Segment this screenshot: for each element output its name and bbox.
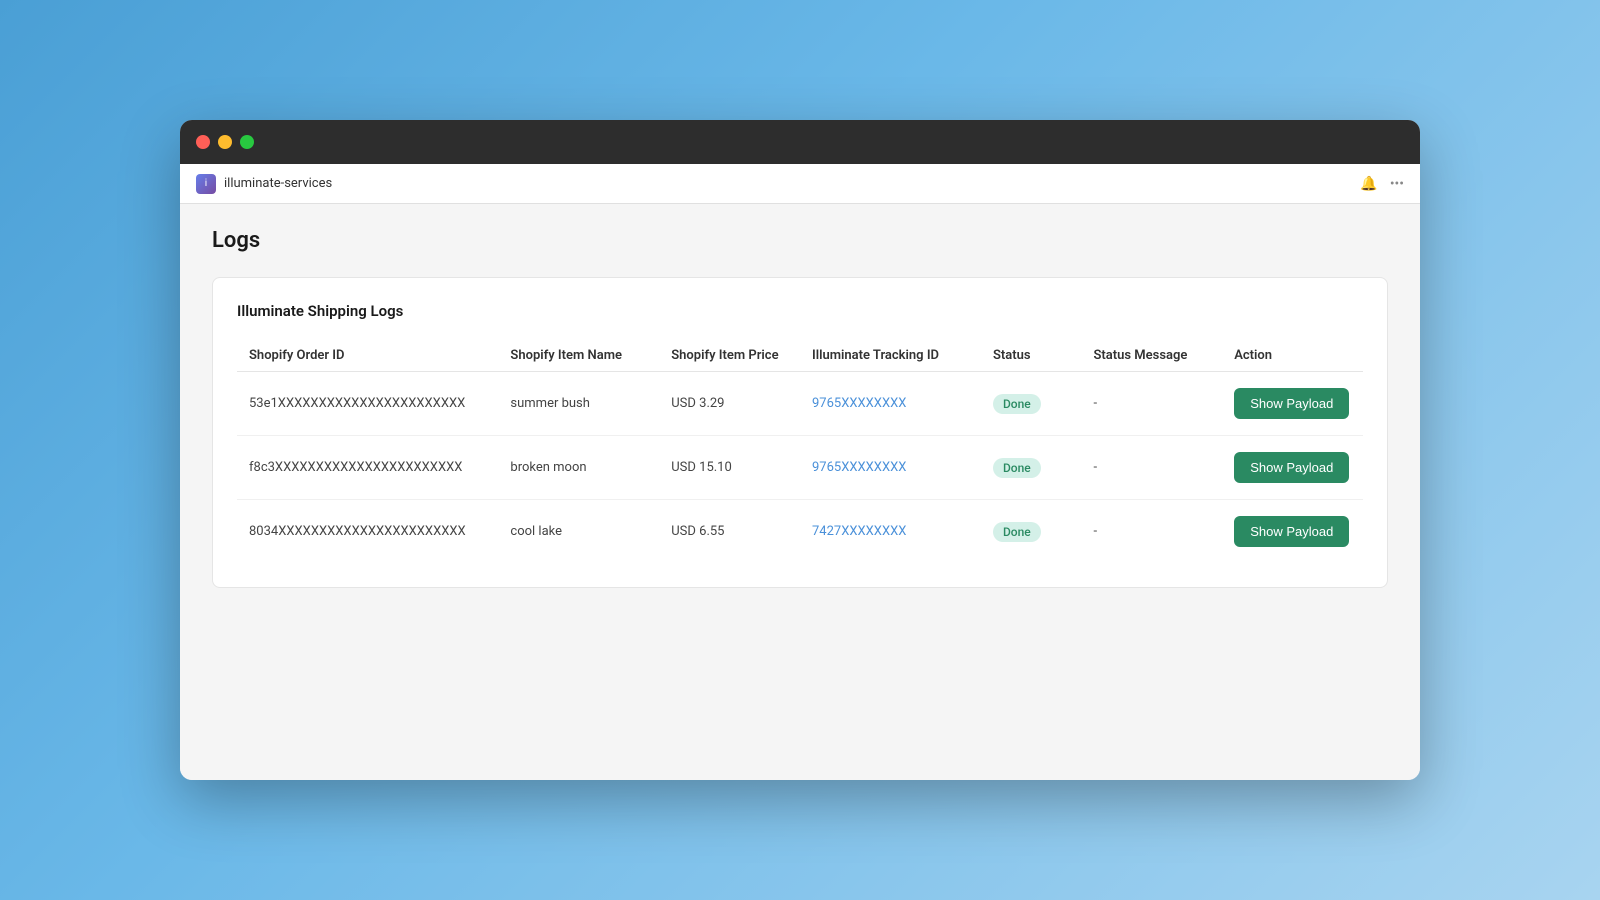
bell-icon[interactable]: 🔔 (1360, 176, 1377, 192)
show-payload-button[interactable]: Show Payload (1234, 388, 1349, 419)
cell-status: Done (981, 500, 1082, 564)
tracking-link[interactable]: 7427XXXXXXXX (812, 524, 906, 539)
cell-message: - (1081, 436, 1222, 500)
status-badge: Done (993, 394, 1041, 414)
cell-tracking: 7427XXXXXXXX (800, 500, 981, 564)
cell-status: Done (981, 372, 1082, 436)
col-header-item-name: Shopify Item Name (498, 340, 659, 372)
show-payload-button[interactable]: Show Payload (1234, 452, 1349, 483)
cell-action: Show Payload (1222, 500, 1363, 564)
cell-order-id: 53e1XXXXXXXXXXXXXXXXXXXXXXX (237, 372, 498, 436)
table-row: 53e1XXXXXXXXXXXXXXXXXXXXXXX summer bush … (237, 372, 1363, 436)
cell-message: - (1081, 500, 1222, 564)
traffic-lights (196, 135, 254, 149)
col-header-price: Shopify Item Price (659, 340, 800, 372)
cell-item-name: broken moon (498, 436, 659, 500)
logs-table-container: Illuminate Shipping Logs Shopify Order I… (212, 277, 1388, 588)
cell-price: USD 3.29 (659, 372, 800, 436)
col-header-action: Action (1222, 340, 1363, 372)
more-icon[interactable]: ••• (1390, 176, 1404, 192)
col-header-order-id: Shopify Order ID (237, 340, 498, 372)
cell-item-name: summer bush (498, 372, 659, 436)
logs-table: Shopify Order ID Shopify Item Name Shopi… (237, 340, 1363, 563)
cell-message: - (1081, 372, 1222, 436)
col-header-message: Status Message (1081, 340, 1222, 372)
status-badge: Done (993, 522, 1041, 542)
app-icon: i (196, 174, 216, 194)
cell-tracking: 9765XXXXXXXX (800, 436, 981, 500)
maximize-button[interactable] (240, 135, 254, 149)
page-title: Logs (212, 228, 1388, 253)
cell-price: USD 6.55 (659, 500, 800, 564)
minimize-button[interactable] (218, 135, 232, 149)
cell-item-name: cool lake (498, 500, 659, 564)
app-name-label: illuminate-services (224, 176, 1360, 191)
table-title: Illuminate Shipping Logs (237, 302, 1363, 320)
app-window: i illuminate-services 🔔 ••• Logs Illumin… (180, 120, 1420, 780)
cell-order-id: 8034XXXXXXXXXXXXXXXXXXXXXXX (237, 500, 498, 564)
cell-action: Show Payload (1222, 372, 1363, 436)
cell-order-id: f8c3XXXXXXXXXXXXXXXXXXXXXXX (237, 436, 498, 500)
cell-price: USD 15.10 (659, 436, 800, 500)
status-badge: Done (993, 458, 1041, 478)
cell-tracking: 9765XXXXXXXX (800, 372, 981, 436)
browser-actions: 🔔 ••• (1360, 176, 1404, 192)
titlebar (180, 120, 1420, 164)
browser-bar: i illuminate-services 🔔 ••• (180, 164, 1420, 204)
table-row: f8c3XXXXXXXXXXXXXXXXXXXXXXX broken moon … (237, 436, 1363, 500)
show-payload-button[interactable]: Show Payload (1234, 516, 1349, 547)
col-header-status: Status (981, 340, 1082, 372)
tracking-link[interactable]: 9765XXXXXXXX (812, 460, 906, 475)
close-button[interactable] (196, 135, 210, 149)
content-area: Logs Illuminate Shipping Logs Shopify Or… (180, 204, 1420, 780)
cell-action: Show Payload (1222, 436, 1363, 500)
col-header-tracking: Illuminate Tracking ID (800, 340, 981, 372)
table-row: 8034XXXXXXXXXXXXXXXXXXXXXXX cool lake US… (237, 500, 1363, 564)
cell-status: Done (981, 436, 1082, 500)
tracking-link[interactable]: 9765XXXXXXXX (812, 396, 906, 411)
